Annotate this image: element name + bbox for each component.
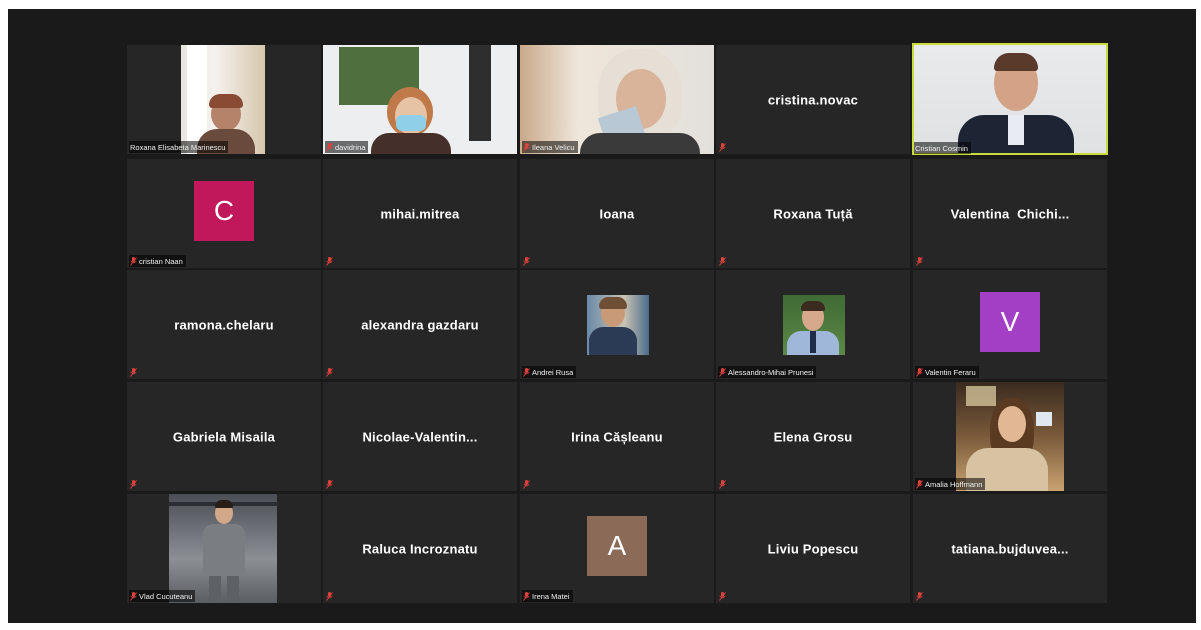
participant-tile[interactable]: Raluca Incroznatu (323, 494, 517, 603)
participant-avatar: V (980, 292, 1040, 352)
participant-tile[interactable]: Nicolae-Valentin... (323, 382, 517, 491)
participant-avatar: C (194, 181, 254, 241)
participant-name: Liviu Popescu (767, 541, 859, 556)
participant-video (323, 45, 517, 154)
participant-profile-photo (956, 382, 1064, 491)
participant-name: Gabriela Misaila (172, 429, 276, 444)
participant-tile[interactable]: Liviu Popescu (716, 494, 910, 603)
participant-name-label: Ileana Velicu (522, 141, 578, 153)
participant-status (718, 478, 729, 490)
participant-status (718, 255, 729, 267)
participant-name: tatiana.bujduvea... (951, 541, 1069, 556)
muted-mic-icon (916, 479, 923, 489)
muted-mic-icon (719, 591, 726, 601)
participant-profile-photo (169, 494, 277, 603)
participant-name: Elena Grosu (773, 429, 853, 444)
muted-mic-icon (523, 256, 530, 266)
participant-status (325, 478, 336, 490)
participant-name-label: Andrei Rusa (522, 366, 577, 378)
muted-mic-icon (326, 142, 333, 152)
participant-tile[interactable]: C cristian Naan (127, 159, 321, 268)
muted-mic-icon (523, 367, 530, 377)
participant-tile[interactable]: Irina Cășleanu (520, 382, 714, 491)
participant-name: Nicolae-Valentin... (362, 429, 478, 444)
participant-tile[interactable]: V Valentin Feraru (913, 270, 1107, 379)
participant-tile-active-speaker[interactable]: Cristian Cosmin (912, 43, 1108, 155)
participant-profile-photo (783, 295, 845, 355)
participant-video (181, 45, 265, 154)
participant-tile[interactable]: Andrei Rusa (520, 270, 714, 379)
muted-mic-icon (719, 367, 726, 377)
muted-mic-icon (523, 142, 530, 152)
muted-mic-icon (916, 256, 923, 266)
participant-tile[interactable]: Ileana Velicu (520, 45, 714, 154)
participant-name-label: Vlad Cucuteanu (129, 590, 196, 602)
participant-video (520, 45, 714, 154)
participant-tile[interactable]: tatiana.bujduvea... (913, 494, 1107, 603)
participant-tile[interactable]: Elena Grosu (716, 382, 910, 491)
muted-mic-icon (130, 256, 137, 266)
muted-mic-icon (130, 367, 137, 377)
muted-mic-icon (326, 479, 333, 489)
participant-status (129, 366, 140, 378)
muted-mic-icon (326, 591, 333, 601)
participant-tile[interactable]: Roxana Tuță (716, 159, 910, 268)
muted-mic-icon (916, 367, 923, 377)
participant-tile[interactable]: Alessandro-Mihai Prunesi (716, 270, 910, 379)
participant-tile[interactable]: mihai.mitrea (323, 159, 517, 268)
participant-name: mihai.mitrea (380, 206, 460, 221)
participant-name: Ioana (599, 206, 635, 221)
muted-mic-icon (719, 142, 726, 152)
muted-mic-icon (916, 591, 923, 601)
muted-mic-icon (326, 367, 333, 377)
participant-name-label: Cristian Cosmin (914, 142, 971, 154)
participant-status (718, 141, 729, 153)
participant-name: Raluca Incroznatu (362, 541, 478, 556)
participant-name-label: Alessandro-Mihai Prunesi (718, 366, 817, 378)
muted-mic-icon (523, 591, 530, 601)
participant-tile[interactable]: Amalia Hoffmann (913, 382, 1107, 491)
participant-name: Valentina Chichi... (950, 206, 1070, 221)
participant-tile[interactable]: cristina.novac (716, 45, 910, 154)
participant-tile[interactable]: Roxana Elisabeta Marinescu (127, 45, 321, 154)
participant-name-label: Valentin Feraru (915, 366, 979, 378)
participant-name: ramona.chelaru (174, 317, 274, 332)
muted-mic-icon (326, 256, 333, 266)
muted-mic-icon (719, 256, 726, 266)
participant-name-label: cristian Naan (129, 255, 186, 267)
participant-status (325, 255, 336, 267)
participant-tile[interactable]: Ioana (520, 159, 714, 268)
participant-status (522, 255, 533, 267)
participant-status (915, 590, 926, 602)
participant-tile[interactable]: A Irena Matei (520, 494, 714, 603)
participant-name: cristina.novac (767, 92, 859, 107)
muted-mic-icon (719, 479, 726, 489)
muted-mic-icon (523, 479, 530, 489)
participant-tile[interactable]: ramona.chelaru (127, 270, 321, 379)
participant-tile[interactable]: Vlad Cucuteanu (127, 494, 321, 603)
muted-mic-icon (130, 479, 137, 489)
participant-status (718, 590, 729, 602)
participant-avatar: A (587, 516, 647, 576)
participant-video (914, 45, 1106, 153)
participant-status (325, 590, 336, 602)
muted-mic-icon (130, 591, 137, 601)
participant-status (522, 478, 533, 490)
participant-tile[interactable]: davidrina (323, 45, 517, 154)
participant-status (129, 478, 140, 490)
participant-profile-photo (587, 295, 649, 355)
participant-name: Roxana Tuță (773, 206, 853, 221)
participant-name-label: Amalia Hoffmann (915, 478, 986, 490)
participant-name: Irina Cășleanu (571, 429, 663, 444)
participant-status (915, 255, 926, 267)
participant-name-label: Roxana Elisabeta Marinescu (129, 141, 229, 153)
participant-tile[interactable]: alexandra gazdaru (323, 270, 517, 379)
participant-tile[interactable]: Valentina Chichi... (913, 159, 1107, 268)
participant-name-label: Irena Matei (522, 590, 573, 602)
participant-status (325, 366, 336, 378)
participant-name: alexandra gazdaru (361, 317, 479, 332)
participant-tile[interactable]: Gabriela Misaila (127, 382, 321, 491)
participant-name-label: davidrina (325, 141, 369, 153)
